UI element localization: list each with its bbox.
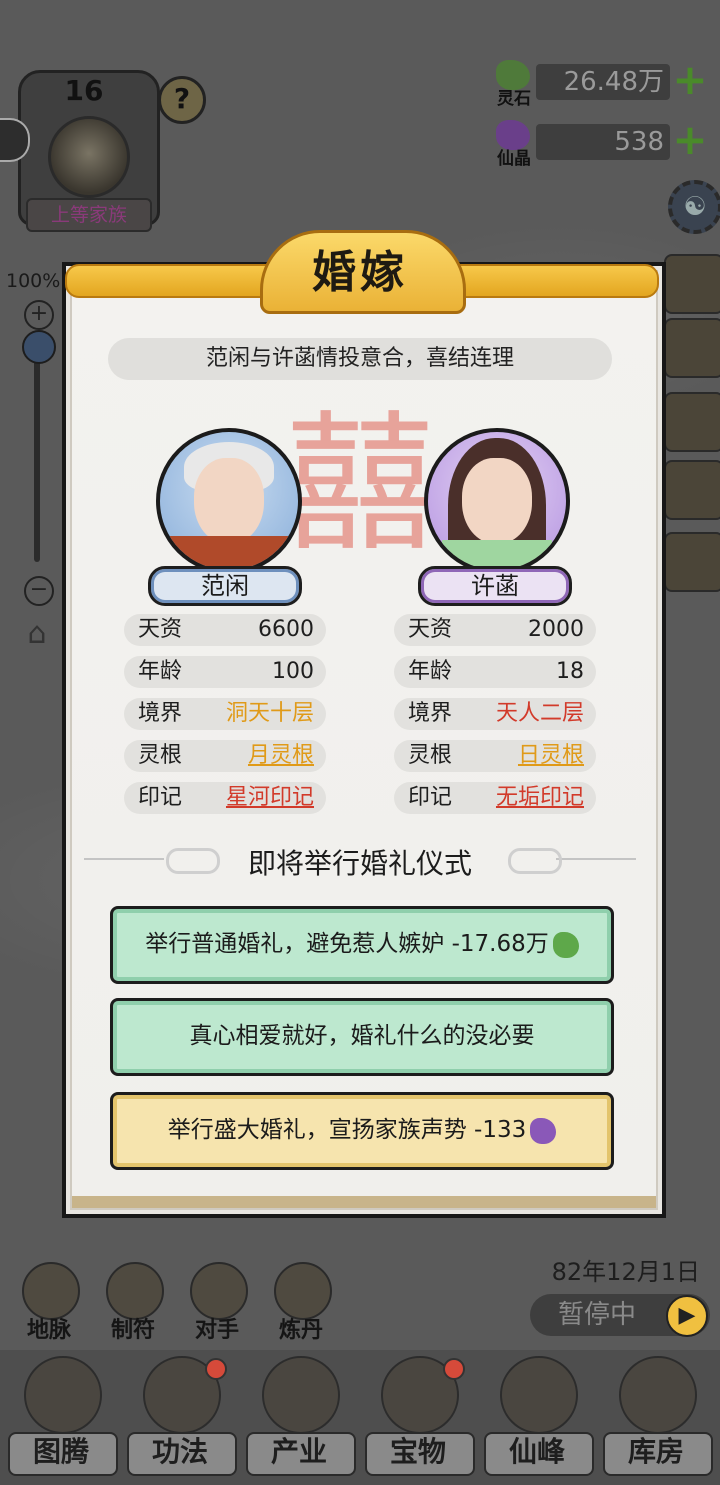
groom-stat-aptitude: 天资 6600 [124,614,326,646]
nav-storehouse[interactable]: 库房 [597,1352,715,1482]
settings-gear-icon[interactable]: ☯ [668,180,720,234]
game-date: 82年12月1日 [551,1258,700,1286]
spirit-root-link: 月灵根 [247,743,314,768]
nav-peak[interactable]: 仙峰 [478,1352,596,1482]
nav-skills[interactable]: 功法 [121,1352,239,1482]
groom-stat-mark[interactable]: 印记 星河印记 [124,782,326,814]
mark-link: 无垢印记 [495,785,584,810]
zoom-in-button[interactable]: + [24,300,54,330]
section-divider: 即将举行婚礼仪式 [84,836,636,886]
family-emblem-icon [48,116,130,198]
nav-treasure[interactable]: 宝物 [359,1352,477,1482]
bride-name: 许菡 [418,566,572,606]
side-menu-icon-5[interactable] [664,532,720,592]
spirit-root-link: 日灵根 [517,743,584,768]
location-pin-icon[interactable]: ⌂ [20,616,54,656]
double-happiness-emblem: 囍 [284,398,435,572]
mark-link: 星河印记 [225,785,314,810]
storehouse-bag-icon [619,1356,697,1434]
zoom-slider-track[interactable] [34,340,40,562]
play-icon[interactable]: ▶ [666,1295,708,1337]
family-level: 16 [64,74,104,107]
dialog-title: 婚嫁 [312,247,408,298]
totem-icon [24,1356,102,1434]
spirit-stone-icon: 灵石 [490,58,538,109]
dialog-title-ribbon: 婚嫁 [65,230,659,314]
action-talisman[interactable]: 制符 [98,1262,168,1343]
spirit-stone-icon [552,931,579,958]
bride-stat-age: 年龄 18 [394,656,596,688]
immortal-crystal-icon: 仙晶 [490,118,538,169]
side-menu-icon-2[interactable] [664,318,720,378]
currency-immortal-crystal: 仙晶 538 + [490,118,710,169]
bride-portrait[interactable] [424,428,570,574]
zoom-percent: 100% [6,270,61,292]
option-grand-wedding-button[interactable]: 举行盛大婚礼，宣扬家族声势 -133 [110,1092,614,1170]
groom-stat-root[interactable]: 灵根 月灵根 [124,740,326,772]
immortal-crystal-icon [530,1117,557,1144]
action-alchemy[interactable]: 炼丹 [266,1262,336,1343]
side-menu-icon-1[interactable] [664,254,720,314]
notification-dot [443,1358,465,1380]
zoom-slider-handle[interactable] [22,330,56,364]
bride-stat-root[interactable]: 灵根 日灵根 [394,740,596,772]
dialog-subtitle: 范闲与许菡情投意合，喜结连理 [108,338,612,380]
zoom-out-button[interactable]: − [24,576,54,606]
add-spirit-stone-button[interactable]: + [670,59,710,101]
side-menu-icon-4[interactable] [664,460,720,520]
nav-totem[interactable]: 图腾 [2,1352,120,1482]
action-earth-vein[interactable]: 地脉 [14,1262,84,1343]
currency-name: 灵石 [497,89,531,109]
groom-portrait[interactable] [156,428,302,574]
groom-stat-realm: 境界 洞天十层 [124,698,326,730]
bride-stat-mark[interactable]: 印记 无垢印记 [394,782,596,814]
side-menu-icon-3[interactable] [664,392,720,452]
notification-dot [205,1358,227,1380]
mountain-hut-icon [262,1356,340,1434]
action-rival[interactable]: 对手 [182,1262,252,1343]
pause-toggle[interactable]: 暂停中 ▶ [530,1294,710,1337]
currency-value: 26.48万 [563,67,664,97]
currency-value: 538 [614,127,664,157]
bride-stat-realm: 境界 天人二层 [394,698,596,730]
option-no-wedding-button[interactable]: 真心相爱就好，婚礼什么的没必要 [110,998,614,1076]
nav-industry[interactable]: 产业 [240,1352,358,1482]
currency-name: 仙晶 [497,149,531,169]
immortal-peak-icon [500,1356,578,1434]
groom-name: 范闲 [148,566,302,606]
section-title: 即将举行婚礼仪式 [247,847,472,880]
bride-stat-aptitude: 天资 2000 [394,614,596,646]
help-button[interactable]: ? [158,76,206,124]
option-normal-wedding-button[interactable]: 举行普通婚礼，避免惹人嫉妒 -17.68万 [110,906,614,984]
groom-stat-age: 年龄 100 [124,656,326,688]
currency-spirit-stone: 灵石 26.48万 + [490,58,710,109]
family-rank: 上等家族 [26,198,152,232]
pause-status: 暂停中 [558,1300,637,1330]
add-immortal-crystal-button[interactable]: + [670,119,710,161]
family-badge[interactable]: 16 上等家族 [12,62,160,240]
